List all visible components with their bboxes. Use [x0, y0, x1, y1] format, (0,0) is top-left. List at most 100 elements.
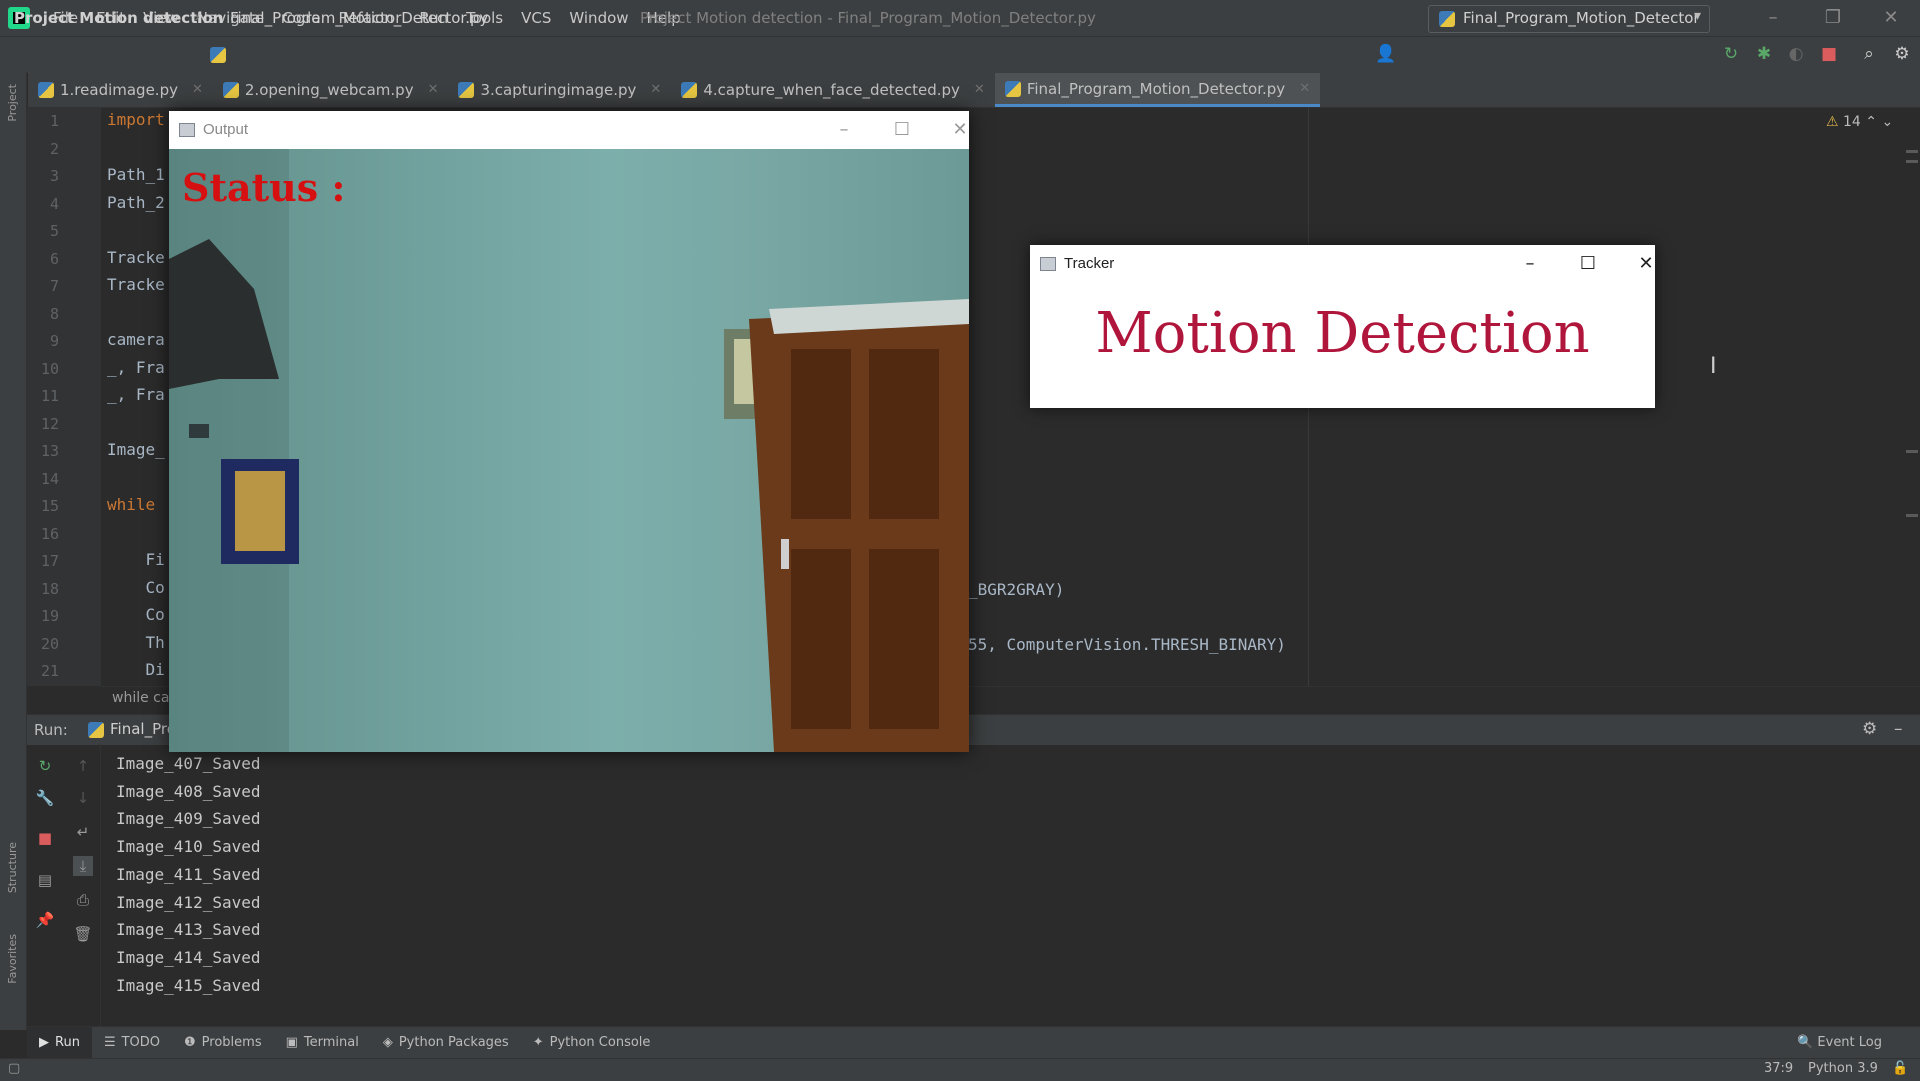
user-account-icon[interactable]: 👤 [1374, 42, 1398, 66]
pin-icon[interactable]: 📌 [35, 910, 55, 930]
minimize-icon[interactable]: – [1744, 0, 1802, 36]
arrow-up-icon[interactable]: ↑ [73, 756, 93, 776]
motion-detection-heading: Motion Detection [1095, 301, 1590, 366]
output-window[interactable]: Output – ☐ ✕ Status : [169, 111, 969, 752]
close-icon[interactable]: ✕ [1617, 245, 1675, 283]
code-text: Th [107, 632, 165, 652]
line-number: 19 [40, 607, 59, 625]
close-tab-icon[interactable]: ✕ [428, 73, 439, 107]
tracker-window[interactable]: Tracker – ☐ ✕ Motion Detection [1030, 245, 1655, 408]
line-number: 7 [49, 277, 59, 295]
close-tab-icon[interactable]: ✕ [1299, 72, 1310, 106]
chevron-up-icon[interactable]: ⌃ [1865, 114, 1877, 130]
layout-toggle-icon[interactable]: ▢ [8, 1061, 20, 1076]
python-file-icon [222, 82, 239, 98]
gear-icon[interactable]: ⚙ [1890, 42, 1914, 66]
tab-capture-when-face-detected[interactable]: 4.capture_when_face_detected.py ✕ [671, 73, 995, 107]
hide-panel-icon[interactable]: – [1894, 719, 1903, 739]
tool-label: Python Packages [398, 1035, 509, 1050]
code-keyword: while [107, 495, 156, 514]
code-text: Image_ [107, 440, 165, 459]
event-log-label: Event Log [1817, 1035, 1882, 1050]
menu-vcs[interactable]: VCS [512, 0, 560, 36]
console-output[interactable]: Image_407_Saved Image_408_Saved Image_409_… [100, 744, 1911, 1026]
gear-icon[interactable]: ⚙ [1862, 719, 1877, 739]
structure-tool-label[interactable]: Structure [6, 842, 19, 893]
breadcrumb-file[interactable]: Final_Program_Motion_Detector.py [230, 9, 488, 27]
tab-final-program[interactable]: Final_Program_Motion_Detector.py ✕ [994, 72, 1321, 107]
tool-todo[interactable]: ☰ TODO [92, 1027, 172, 1059]
tool-python-packages[interactable]: ◈ Python Packages [371, 1027, 521, 1059]
tool-window-bar: ▶ Run ☰ TODO ❶ Problems ▣ Terminal ◈ Python P… [27, 1026, 1920, 1059]
packages-icon: ◈ [382, 1035, 393, 1050]
coverage-icon[interactable]: ◐ [1784, 42, 1808, 66]
wrench-icon[interactable]: 🔧 [35, 788, 55, 808]
chevron-down-icon[interactable]: ⌄ [1881, 114, 1893, 130]
python-interpreter[interactable]: Python 3.9 [1808, 1061, 1878, 1076]
code-text: Co [107, 605, 165, 624]
lock-icon[interactable]: 🔓 [1892, 1061, 1908, 1076]
scroll-marker [1906, 160, 1918, 163]
close-icon[interactable]: ✕ [1862, 0, 1920, 36]
arrow-down-icon[interactable]: ↓ [73, 788, 93, 808]
python-file-icon [681, 82, 698, 98]
maximize-icon[interactable]: ☐ [873, 111, 931, 149]
code-tail-line-18: _BGR2GRAY) [968, 580, 1065, 599]
code-breadcrumb[interactable]: while ca [112, 690, 169, 706]
run-configuration-select[interactable]: Final_Program_Motion_Detector ▾ [1428, 5, 1710, 33]
close-tab-icon[interactable]: ✕ [650, 73, 661, 107]
close-tab-icon[interactable]: ✕ [974, 73, 985, 107]
console-line: Image_411_Saved [116, 864, 261, 884]
tab-opening-webcam[interactable]: 2.opening_webcam.py ✕ [213, 73, 449, 107]
tracker-window-titlebar[interactable]: Tracker – ☐ ✕ [1030, 245, 1655, 283]
restore-icon[interactable]: ❐ [1804, 0, 1862, 36]
rerun-icon[interactable]: ↻ [35, 756, 55, 776]
list-icon: ☰ [103, 1035, 116, 1050]
console-line: Image_408_Saved [116, 781, 261, 801]
favorites-tool-label[interactable]: Favorites [6, 934, 19, 984]
code-line: _, Fra [107, 385, 165, 404]
run-tab[interactable]: Final_Pro [88, 717, 176, 741]
search-icon[interactable]: ⌕ [1857, 42, 1881, 66]
editor-tabs: 1.readimage.py ✕ 2.opening_webcam.py ✕ 3.c… [28, 73, 1920, 108]
caret-position[interactable]: 37:9 [1764, 1061, 1793, 1076]
console-line: Image_412_Saved [116, 892, 261, 912]
warnings-indicator[interactable]: ⚠ 14 ⌃ ⌄ [1826, 114, 1893, 130]
tool-python-console[interactable]: ✦ Python Console [521, 1027, 663, 1059]
line-number: 18 [40, 579, 59, 598]
minimize-icon[interactable]: – [815, 111, 873, 149]
stop-icon[interactable]: ■ [35, 828, 55, 848]
console-line: Image_409_Saved [116, 809, 261, 829]
tool-run[interactable]: ▶ Run [27, 1027, 92, 1059]
tab-capturingimage[interactable]: 3.capturingimage.py ✕ [448, 73, 671, 107]
python-file-icon [1004, 80, 1021, 97]
code-text: Di [107, 660, 165, 679]
stop-icon[interactable]: ■ [1817, 42, 1841, 66]
tab-readimage[interactable]: 1.readimage.py ✕ [28, 73, 213, 107]
layout-icon[interactable]: ▤ [35, 870, 55, 890]
breadcrumb-project[interactable]: Project Motion detection [14, 9, 224, 27]
scroll-to-end-icon[interactable]: ⤓ [73, 856, 93, 876]
rerun-icon[interactable]: ↻ [1719, 42, 1743, 66]
project-tool-label[interactable]: Project [6, 84, 19, 122]
print-icon[interactable]: ⎙ [73, 890, 93, 910]
code-text: Tracke [107, 275, 165, 294]
debug-icon[interactable]: ✱ [1752, 42, 1776, 66]
tool-terminal[interactable]: ▣ Terminal [274, 1027, 371, 1059]
python-console-icon: ✦ [532, 1035, 544, 1050]
code-text: Path_2 [107, 192, 165, 212]
close-icon[interactable]: ✕ [931, 111, 989, 149]
window-app-icon [1040, 257, 1056, 271]
line-number: 6 [49, 249, 59, 268]
soft-wrap-icon[interactable]: ↵ [73, 822, 93, 842]
trash-icon[interactable]: 🗑 [73, 924, 93, 944]
code-line: Path_2 [107, 193, 165, 212]
maximize-icon[interactable]: ☐ [1559, 245, 1617, 283]
output-window-titlebar[interactable]: Output – ☐ ✕ [169, 111, 969, 149]
code-line: import [107, 110, 165, 129]
minimize-icon[interactable]: – [1501, 245, 1559, 283]
menu-window[interactable]: Window [560, 0, 637, 36]
event-log[interactable]: 🔍 Event Log [1797, 1027, 1882, 1059]
close-tab-icon[interactable]: ✕ [192, 73, 203, 107]
tool-problems[interactable]: ❶ Problems [172, 1027, 274, 1059]
